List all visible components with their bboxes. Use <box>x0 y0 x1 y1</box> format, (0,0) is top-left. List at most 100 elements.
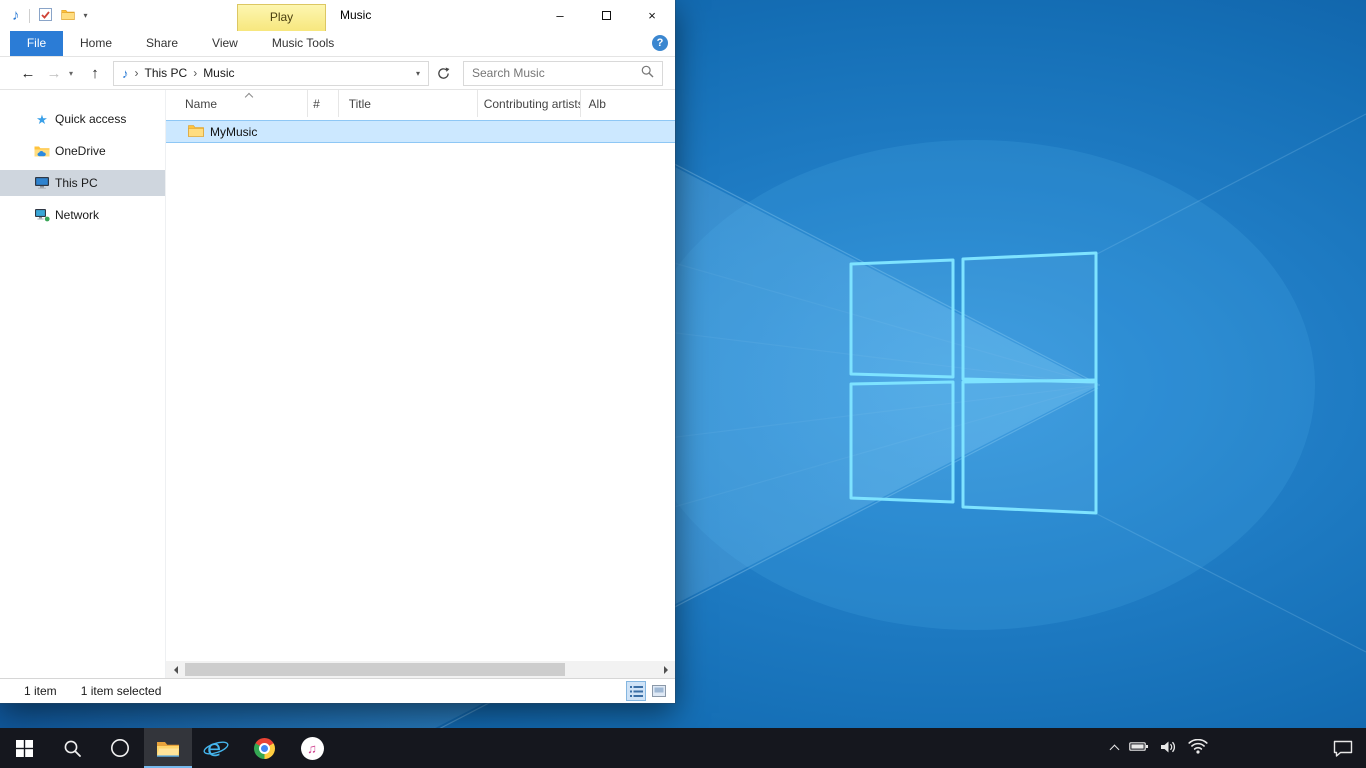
address-dropdown-icon[interactable]: ▾ <box>408 69 428 78</box>
column-header-track-number[interactable]: # <box>308 90 339 117</box>
file-list-pane: Name # Title Contributing artists Alb My… <box>165 90 675 678</box>
ribbon-tab-view[interactable]: View <box>195 31 255 56</box>
recent-locations-dropdown-icon[interactable]: ▾ <box>65 69 77 78</box>
column-header-album[interactable]: Alb <box>581 90 675 117</box>
column-headers: Name # Title Contributing artists Alb <box>166 90 675 117</box>
search-icon <box>63 739 82 758</box>
details-view-icon <box>630 686 643 697</box>
navigation-pane: ★ Quick access OneDrive This PC Network <box>0 90 165 678</box>
up-button[interactable]: ↑ <box>85 66 105 81</box>
sidebar-item-network[interactable]: Network <box>0 202 165 228</box>
navigation-bar: ← → ▾ ↑ ♪ › This PC › Music ▾ <box>0 57 675 90</box>
address-bar[interactable]: ♪ › This PC › Music ▾ <box>113 61 429 86</box>
item-count-label: 1 item <box>24 684 57 698</box>
ribbon-tab-file[interactable]: File <box>10 31 63 56</box>
quick-access-toolbar: ▾ <box>39 8 88 24</box>
start-button[interactable] <box>0 728 48 768</box>
title-bar[interactable]: ♪ ▾ Play Music – × <box>0 0 675 31</box>
network-icon <box>33 207 51 223</box>
ribbon-contextual-tab-play[interactable]: Play <box>237 4 326 31</box>
ribbon-tab-music-tools[interactable]: Music Tools <box>255 31 351 56</box>
ribbon-tab-share[interactable]: Share <box>129 31 195 56</box>
show-hidden-icons-chevron[interactable] <box>1110 745 1120 755</box>
triangle-left-icon <box>170 666 178 674</box>
details-view-button[interactable] <box>626 681 646 701</box>
minimize-button[interactable]: – <box>537 0 583 31</box>
computer-icon <box>33 175 51 191</box>
sidebar-item-this-pc[interactable]: This PC <box>0 170 165 196</box>
action-center-icon <box>1333 740 1353 757</box>
large-icons-view-icon <box>652 685 666 697</box>
cortana-button[interactable] <box>96 728 144 768</box>
column-header-name[interactable]: Name <box>166 90 308 117</box>
onedrive-icon <box>33 143 51 159</box>
window-title: Music <box>340 0 371 31</box>
sidebar-item-label: OneDrive <box>55 144 106 158</box>
sidebar-item-label: Quick access <box>55 112 126 126</box>
explorer-main-area: ★ Quick access OneDrive This PC Network <box>0 90 675 678</box>
forward-button[interactable]: → <box>44 66 64 81</box>
file-explorer-window: ♪ ▾ Play Music – × File Home Share View … <box>0 0 675 703</box>
chrome-icon <box>254 738 275 759</box>
breadcrumb-music[interactable]: Music <box>203 66 234 80</box>
properties-icon[interactable] <box>39 8 52 24</box>
address-location-icon: ♪ <box>122 67 129 80</box>
action-center-button[interactable] <box>1333 728 1353 768</box>
file-list-empty-area[interactable] <box>166 143 675 661</box>
music-player-icon: ♫ <box>301 737 324 760</box>
maximize-button[interactable] <box>583 0 629 31</box>
ribbon-tab-row: File Home Share View Music Tools ? <box>0 31 675 57</box>
wifi-icon[interactable] <box>1188 739 1208 757</box>
refresh-button[interactable] <box>431 61 455 86</box>
new-folder-icon[interactable] <box>61 9 75 23</box>
refresh-icon <box>437 67 450 80</box>
internet-explorer-icon: e <box>203 735 229 761</box>
help-icon[interactable]: ? <box>652 35 668 51</box>
taskbar-search-button[interactable] <box>48 728 96 768</box>
folder-icon <box>188 124 204 140</box>
cortana-icon <box>110 738 130 758</box>
scroll-left-arrow[interactable] <box>166 661 183 678</box>
file-name-label: MyMusic <box>210 125 257 139</box>
qat-divider <box>29 9 30 23</box>
close-button[interactable]: × <box>629 0 675 31</box>
ribbon-tab-home[interactable]: Home <box>63 31 129 56</box>
internet-explorer-button[interactable]: e <box>192 728 240 768</box>
horizontal-scrollbar[interactable] <box>166 661 675 678</box>
sidebar-item-label: This PC <box>55 176 98 190</box>
file-explorer-icon <box>156 739 180 758</box>
breadcrumb-chevron-icon[interactable]: › <box>193 66 197 80</box>
search-input[interactable] <box>464 66 641 80</box>
selection-count-label: 1 item selected <box>81 684 162 698</box>
status-bar: 1 item 1 item selected <box>0 678 675 703</box>
taskbar: e ♫ <box>0 728 1366 768</box>
breadcrumb-chevron-icon[interactable]: › <box>135 66 139 80</box>
app-music-note-icon: ♪ <box>12 8 20 23</box>
chrome-button[interactable] <box>240 728 288 768</box>
breadcrumb-this-pc[interactable]: This PC <box>145 66 188 80</box>
triangle-right-icon <box>664 666 672 674</box>
volume-icon[interactable] <box>1160 740 1177 757</box>
windows-logo-icon <box>16 740 33 757</box>
window-controls: – × <box>537 0 675 31</box>
sidebar-item-onedrive[interactable]: OneDrive <box>0 138 165 164</box>
column-header-contributing-artists[interactable]: Contributing artists <box>478 90 581 117</box>
scrollbar-thumb[interactable] <box>185 663 565 676</box>
file-row-mymusic-selected[interactable]: MyMusic <box>166 120 675 143</box>
column-header-title[interactable]: Title <box>339 90 478 117</box>
sidebar-item-quick-access[interactable]: ★ Quick access <box>0 106 165 132</box>
view-toggle-buttons <box>626 681 669 701</box>
svg-text:e: e <box>207 736 221 761</box>
system-tray <box>1111 728 1208 768</box>
taskbar-file-explorer-button[interactable] <box>144 728 192 768</box>
search-icon[interactable] <box>641 65 654 81</box>
music-player-button[interactable]: ♫ <box>288 728 336 768</box>
scroll-right-arrow[interactable] <box>658 661 675 678</box>
large-icons-view-button[interactable] <box>649 681 669 701</box>
sidebar-item-label: Network <box>55 208 99 222</box>
quick-access-star-icon: ★ <box>33 111 51 127</box>
maximize-icon <box>602 11 611 20</box>
back-button[interactable]: ← <box>18 66 38 81</box>
customize-qat-dropdown-icon[interactable]: ▾ <box>84 12 88 20</box>
battery-icon[interactable] <box>1129 740 1149 756</box>
